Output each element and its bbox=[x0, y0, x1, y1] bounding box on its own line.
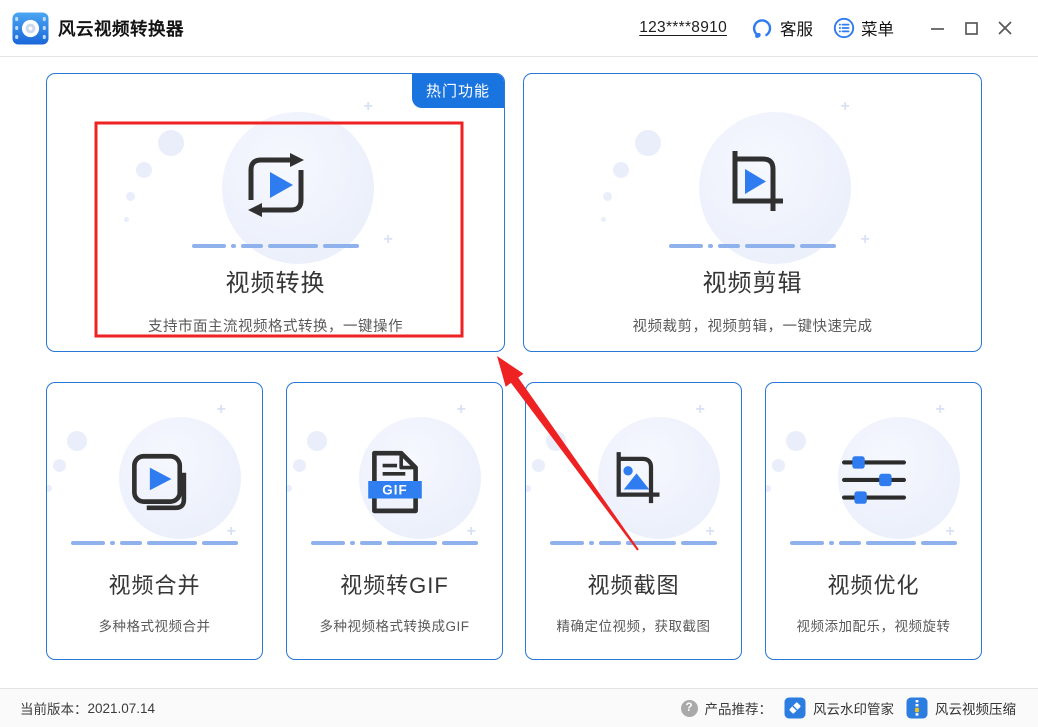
card-title: 视频转GIF bbox=[340, 571, 449, 601]
decorative-underline bbox=[669, 244, 836, 248]
card-video-to-gif[interactable]: GIF 视频转GIF 多种视频格式转换成GIF bbox=[286, 382, 503, 660]
zipper-icon bbox=[906, 697, 928, 719]
card-title: 视频优化 bbox=[827, 571, 919, 601]
card-title: 视频截图 bbox=[587, 571, 679, 601]
card-subtitle: 支持市面主流视频格式转换，一键操作 bbox=[148, 315, 403, 336]
customer-service-button[interactable]: 客服 bbox=[751, 16, 813, 40]
card-subtitle: 多种视频格式转换成GIF bbox=[320, 615, 470, 635]
status-bar: 当前版本： 2021.07.14 ? 产品推荐： 风云水印管家 bbox=[0, 688, 1038, 727]
decorative-underline bbox=[192, 244, 359, 248]
version-value: 2021.07.14 bbox=[88, 701, 156, 716]
card-title: 视频转换 bbox=[226, 268, 326, 300]
minimize-icon bbox=[930, 21, 945, 36]
help-icon[interactable]: ? bbox=[681, 700, 698, 717]
close-icon bbox=[997, 20, 1013, 36]
card-title: 视频合并 bbox=[108, 571, 200, 601]
recommend-label: 产品推荐： bbox=[705, 698, 773, 718]
card-video-convert[interactable]: 热门功能 视频转换 支持市面主流视频格式转换，一键操作 bbox=[46, 73, 505, 352]
product-name: 风云水印管家 bbox=[813, 698, 894, 718]
card-video-merge[interactable]: 视频合并 多种格式视频合并 bbox=[46, 382, 263, 660]
card-video-edit[interactable]: 视频剪辑 视频裁剪，视频剪辑，一键快速完成 bbox=[523, 73, 982, 352]
menu-label: 菜单 bbox=[861, 16, 894, 40]
menu-button[interactable]: 菜单 bbox=[833, 16, 894, 40]
card-subtitle: 多种格式视频合并 bbox=[99, 615, 211, 635]
card-video-optimize[interactable]: 视频优化 视频添加配乐，视频旋转 bbox=[765, 382, 982, 660]
decorative-underline bbox=[550, 541, 717, 545]
gif-label: GIF bbox=[382, 482, 407, 497]
minimize-button[interactable] bbox=[924, 15, 950, 41]
account-link[interactable]: 123****8910 bbox=[639, 19, 727, 37]
card-title: 视频剪辑 bbox=[703, 268, 803, 300]
maximize-button[interactable] bbox=[958, 15, 984, 41]
stacked-play-icon bbox=[122, 439, 188, 523]
app-window: 风云视频转换器 123****8910 客服 bbox=[0, 0, 1038, 727]
close-button[interactable] bbox=[992, 15, 1018, 41]
product-name: 风云视频压缩 bbox=[935, 698, 1016, 718]
card-subtitle: 视频裁剪，视频剪辑，一键快速完成 bbox=[633, 315, 873, 336]
card-subtitle: 精确定位视频，获取截图 bbox=[557, 615, 711, 635]
title-bar: 风云视频转换器 123****8910 客服 bbox=[0, 0, 1038, 57]
card-video-screenshot[interactable]: 视频截图 精确定位视频，获取截图 bbox=[525, 382, 742, 660]
gif-file-icon: GIF bbox=[366, 439, 424, 523]
product-link-watermark[interactable]: 风云水印管家 bbox=[784, 697, 894, 719]
decorative-underline bbox=[311, 541, 478, 545]
loop-play-icon bbox=[234, 136, 318, 234]
decorative-underline bbox=[790, 541, 957, 545]
menu-icon bbox=[833, 17, 855, 39]
hot-feature-badge: 热门功能 bbox=[412, 74, 504, 108]
version-label: 当前版本： bbox=[20, 698, 88, 718]
crop-image-icon bbox=[600, 439, 668, 523]
app-logo-icon bbox=[12, 12, 49, 45]
customer-service-label: 客服 bbox=[780, 16, 813, 40]
product-link-compress[interactable]: 风云视频压缩 bbox=[906, 697, 1016, 719]
headset-icon bbox=[751, 17, 774, 40]
crop-play-icon bbox=[713, 136, 793, 234]
main-area: 热门功能 视频转换 支持市面主流视频格式转换，一键操作 bbox=[0, 57, 1038, 688]
sliders-icon bbox=[842, 439, 906, 523]
eraser-icon bbox=[784, 697, 806, 719]
card-subtitle: 视频添加配乐，视频旋转 bbox=[797, 615, 951, 635]
maximize-icon bbox=[964, 21, 979, 36]
app-title: 风云视频转换器 bbox=[58, 16, 184, 41]
decorative-underline bbox=[71, 541, 238, 545]
